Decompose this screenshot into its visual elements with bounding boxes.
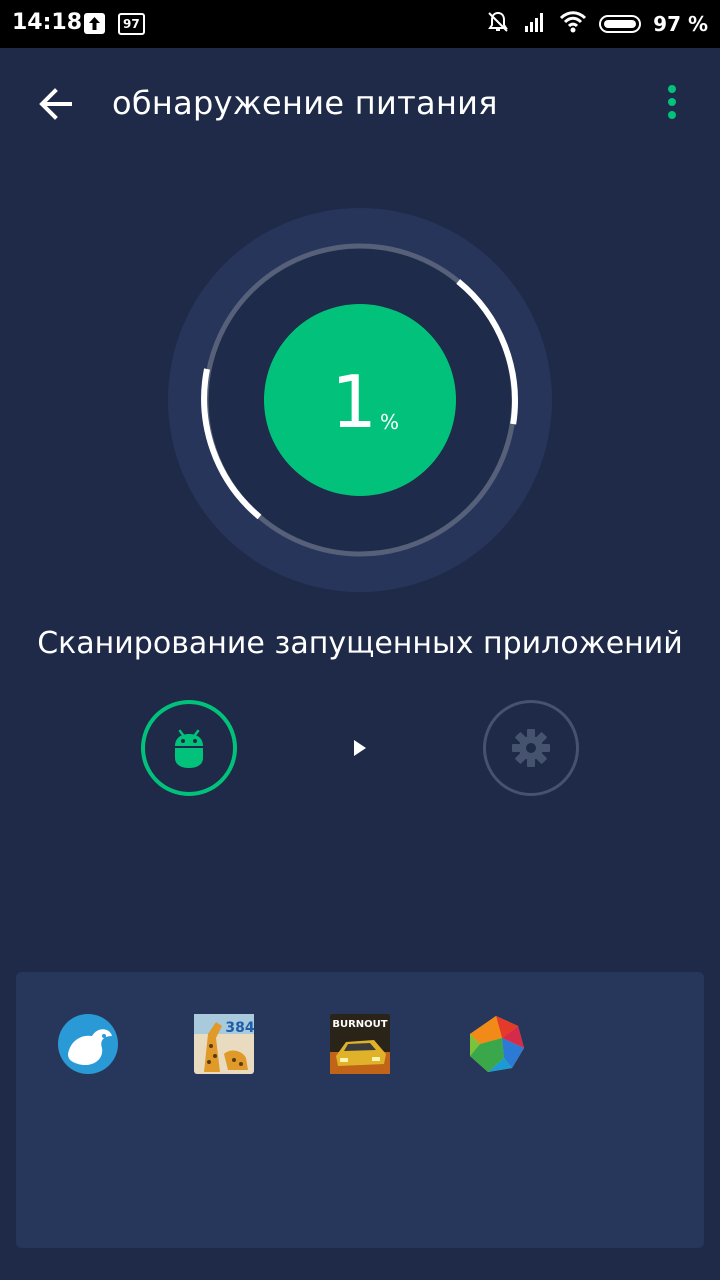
kiwi-browser-icon[interactable] xyxy=(58,1014,118,1074)
screen: 14:18 97 97 % обнаружение питания 1 % Ск… xyxy=(0,0,720,1280)
notifications-muted-icon xyxy=(485,9,511,39)
play-arrow-icon xyxy=(354,740,366,756)
upload-icon xyxy=(84,13,105,34)
android-step xyxy=(141,700,237,796)
more-vert-icon xyxy=(668,85,676,119)
running-apps-panel: 384 BURNOUT xyxy=(16,972,704,1248)
back-button[interactable] xyxy=(30,78,82,130)
progress-unit: % xyxy=(380,410,400,434)
puzzle-384-icon[interactable]: 384 xyxy=(194,1014,254,1074)
arrow-left-icon xyxy=(39,88,72,120)
battery-badge-icon: 97 xyxy=(118,13,145,35)
android-icon xyxy=(175,729,203,768)
status-icons: 97 % xyxy=(485,8,708,40)
app-bar: обнаружение питания xyxy=(0,48,720,160)
colorful-globe-icon[interactable] xyxy=(466,1014,526,1074)
battery-percent: 97 % xyxy=(653,12,708,36)
status-bar: 14:18 97 97 % xyxy=(0,0,720,48)
more-button[interactable] xyxy=(660,84,684,124)
page-title: обнаружение питания xyxy=(112,84,498,122)
settings-step xyxy=(483,700,579,796)
scan-status-label: Сканирование запущенных приложений xyxy=(37,626,683,661)
wifi-icon xyxy=(559,10,587,38)
svg-text:384: 384 xyxy=(225,1020,254,1036)
svg-text:BURNOUT: BURNOUT xyxy=(332,1019,387,1030)
signal-icon xyxy=(523,10,547,38)
gear-icon xyxy=(512,729,550,767)
burnout-game-icon[interactable]: BURNOUT xyxy=(330,1014,390,1074)
progress-value: 1 xyxy=(331,360,377,444)
status-time: 14:18 xyxy=(12,10,83,35)
battery-icon xyxy=(599,15,642,33)
